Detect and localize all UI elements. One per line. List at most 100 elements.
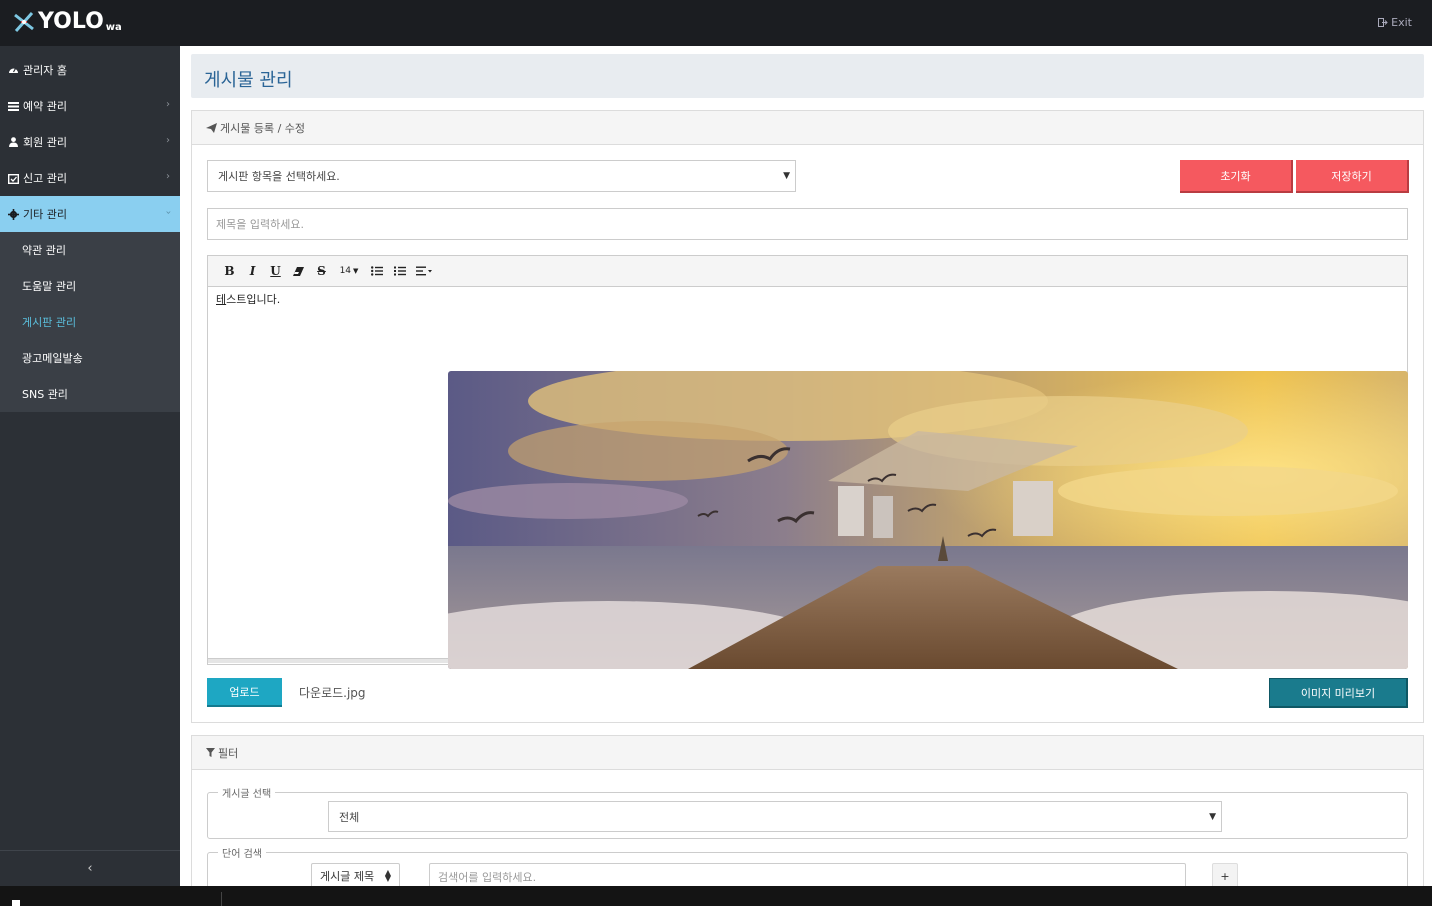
list-ul-icon (370, 266, 383, 276)
search-input[interactable]: 검색어를 입력하세요. (429, 863, 1186, 886)
dropdown-arrow-icon: ▼ (1209, 812, 1216, 822)
eraser-button[interactable] (287, 260, 310, 282)
title-input[interactable]: 제목을 입력하세요. (207, 208, 1408, 240)
sidebar: 관리자 홈 예약 관리 › 회원 관리 › 신고 관리 › 기타 관리 › 약관… (0, 46, 180, 886)
sidebar-item-reports[interactable]: 신고 관리 › (0, 160, 180, 196)
sidebar-subitem-sns[interactable]: SNS 관리 (0, 376, 180, 412)
panel-heading: 게시물 등록 / 수정 (192, 111, 1423, 145)
align-dropdown[interactable] (411, 260, 437, 282)
sidebar-subitem-ad-mail[interactable]: 광고메일발송 (0, 340, 180, 376)
board-category-select[interactable]: 게시판 항목을 선택하세요. ▼ (207, 160, 796, 192)
dropdown-arrow-icon: ▼ (783, 171, 790, 181)
sidebar-item-members[interactable]: 회원 관리 › (0, 124, 180, 160)
selected-file-name: 다운로드.jpg (299, 686, 366, 700)
board-category-value: 게시판 항목을 선택하세요. (218, 170, 340, 183)
chevron-right-icon: › (166, 99, 170, 110)
title-placeholder: 제목을 입력하세요. (216, 218, 304, 231)
chevron-left-icon: ‹ (87, 861, 93, 876)
exit-link[interactable]: Exit (1378, 16, 1412, 29)
logo-subtext: wa (105, 22, 122, 33)
post-edit-panel: 게시물 등록 / 수정 게시판 항목을 선택하세요. ▼ 초기화 저장하기 제목… (191, 110, 1424, 723)
sidebar-subitem-boards[interactable]: 게시판 관리 (0, 304, 180, 340)
sidebar-item-misc[interactable]: 기타 관리 › (0, 196, 180, 232)
taskbar (0, 886, 1432, 906)
font-size-dropdown[interactable]: 14 ▼ (333, 260, 365, 282)
list-ol-icon (393, 266, 406, 276)
rich-text-editor[interactable]: B I U S 14 ▼ 테스트입니다. (207, 255, 1408, 669)
ordered-list-button[interactable] (388, 260, 411, 282)
italic-button[interactable]: I (241, 260, 264, 282)
panel-heading-text: 게시물 등록 / 수정 (220, 121, 306, 135)
document-icon[interactable] (12, 900, 20, 906)
user-icon (7, 136, 19, 148)
page-header: 게시물 관리 (191, 54, 1424, 98)
subitem-label: 게시판 관리 (22, 316, 77, 329)
panel-heading: 필터 (192, 736, 1423, 770)
editor-content[interactable]: 테스트입니다. (208, 287, 1408, 669)
filter-icon (206, 748, 215, 757)
sort-arrows-icon: ▲ ▼ (384, 868, 391, 883)
exit-label: Exit (1391, 16, 1412, 29)
inserted-image[interactable] (448, 371, 1408, 669)
paper-plane-icon (206, 122, 217, 133)
add-filter-button[interactable]: + (1212, 863, 1238, 886)
sidebar-item-label: 회원 관리 (23, 136, 67, 149)
caret-down-icon: ▼ (353, 267, 359, 275)
bold-button[interactable]: B (218, 260, 241, 282)
fantasy-sky-pier-image (448, 371, 1408, 669)
sidebar-item-label: 신고 관리 (23, 172, 67, 185)
board-select-fieldset: 게시글 선택 전체 ▼ (207, 785, 1408, 839)
top-navbar: YOLO wa Exit (0, 0, 1432, 46)
filter-panel: 필터 게시글 선택 전체 ▼ 단어 검색 게시글 제목 ▲ ▼ 검색어를 입력하세… (191, 735, 1424, 886)
strikethrough-button[interactable]: S (310, 260, 333, 282)
editor-text-rest: 스트입니다. (226, 293, 281, 306)
calendar-check-icon (7, 172, 19, 184)
sidebar-subitem-terms[interactable]: 약관 관리 (0, 232, 180, 268)
font-size-value: 14 (339, 266, 352, 276)
airplane-logo-icon (14, 12, 34, 32)
sidebar-item-label: 예약 관리 (23, 100, 67, 113)
unordered-list-button[interactable] (365, 260, 388, 282)
panel-heading-text: 필터 (218, 746, 239, 760)
save-button[interactable]: 저장하기 (1296, 160, 1409, 193)
board-filter-select[interactable]: 전체 ▼ (328, 801, 1222, 832)
search-field-value: 게시글 제목 (320, 870, 375, 883)
sidebar-item-label: 관리자 홈 (23, 64, 67, 77)
editor-text: 테스트입니다. (216, 291, 280, 307)
sidebar-item-label: 기타 관리 (23, 208, 67, 221)
sidebar-item-reservations[interactable]: 예약 관리 › (0, 88, 180, 124)
page-title: 게시물 관리 (204, 70, 293, 91)
chevron-right-icon: › (166, 171, 170, 182)
search-placeholder: 검색어를 입력하세요. (438, 871, 537, 884)
subitem-label: SNS 관리 (22, 388, 68, 401)
sidebar-item-admin-home[interactable]: 관리자 홈 (0, 52, 180, 88)
fieldset-legend: 게시글 선택 (218, 785, 276, 800)
taskbar-divider (221, 892, 222, 906)
subitem-label: 도움말 관리 (22, 280, 77, 293)
sidebar-collapse-button[interactable]: ‹ (0, 850, 180, 886)
image-preview-button[interactable]: 이미지 미리보기 (1269, 678, 1408, 708)
search-field-select[interactable]: 게시글 제목 ▲ ▼ (311, 863, 400, 886)
reset-button[interactable]: 초기화 (1180, 160, 1293, 193)
upload-button[interactable]: 업로드 (207, 678, 282, 707)
editor-text-first-char: 테 (216, 293, 227, 306)
keyword-search-fieldset: 단어 검색 게시글 제목 ▲ ▼ 검색어를 입력하세요. + (207, 845, 1408, 886)
chevron-right-icon: › (166, 135, 170, 146)
subitem-label: 광고메일발송 (22, 352, 83, 365)
eraser-icon (293, 266, 304, 276)
sidebar-submenu: 약관 관리 도움말 관리 게시판 관리 광고메일발송 SNS 관리 (0, 232, 180, 412)
fieldset-legend: 단어 검색 (218, 845, 266, 860)
gear-icon (7, 208, 19, 220)
editor-resize-bar[interactable] (208, 658, 453, 663)
dashboard-icon (7, 64, 19, 76)
logo-text: YOLO (38, 9, 104, 34)
board-filter-value: 전체 (339, 810, 360, 824)
sign-out-icon (1378, 18, 1388, 27)
align-left-icon (416, 266, 432, 276)
underline-button[interactable]: U (264, 260, 287, 282)
logo[interactable]: YOLO wa (12, 9, 122, 35)
main-content: 게시물 관리 게시물 등록 / 수정 게시판 항목을 선택하세요. ▼ 초기화 … (180, 46, 1432, 886)
editor-toolbar: B I U S 14 ▼ (208, 256, 1407, 287)
subitem-label: 약관 관리 (22, 244, 66, 257)
sidebar-subitem-help[interactable]: 도움말 관리 (0, 268, 180, 304)
